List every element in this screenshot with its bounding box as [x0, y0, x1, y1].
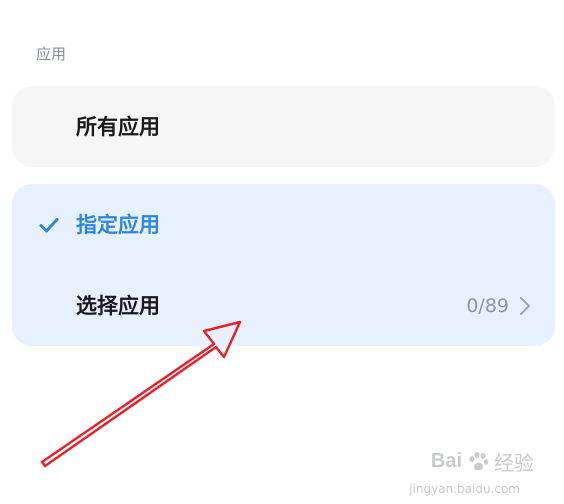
- section-label: 应用: [36, 45, 67, 63]
- watermark-suffix: 经验: [494, 451, 534, 475]
- check-icon: [39, 217, 59, 232]
- watermark-brand: Bai: [430, 450, 462, 472]
- watermark-url: jingyan.baidu.com: [409, 482, 520, 496]
- option-choose-apps[interactable]: 选择应用 0/89: [12, 265, 555, 346]
- option-specified-apps[interactable]: 指定应用: [12, 184, 555, 265]
- option-all-apps-label: 所有应用: [76, 114, 160, 139]
- baidu-jingyan-watermark: Bai 经验: [431, 447, 534, 476]
- option-specified-apps-label: 指定应用: [76, 212, 160, 237]
- option-all-apps[interactable]: 所有应用: [12, 86, 555, 167]
- selected-app-count: 0/89: [466, 294, 509, 317]
- specified-apps-card: 指定应用 选择应用 0/89: [12, 184, 555, 346]
- paw-icon: [469, 451, 489, 470]
- option-choose-apps-label: 选择应用: [76, 293, 160, 318]
- choose-apps-meta: 0/89: [466, 294, 531, 318]
- chevron-right-icon: [520, 296, 530, 315]
